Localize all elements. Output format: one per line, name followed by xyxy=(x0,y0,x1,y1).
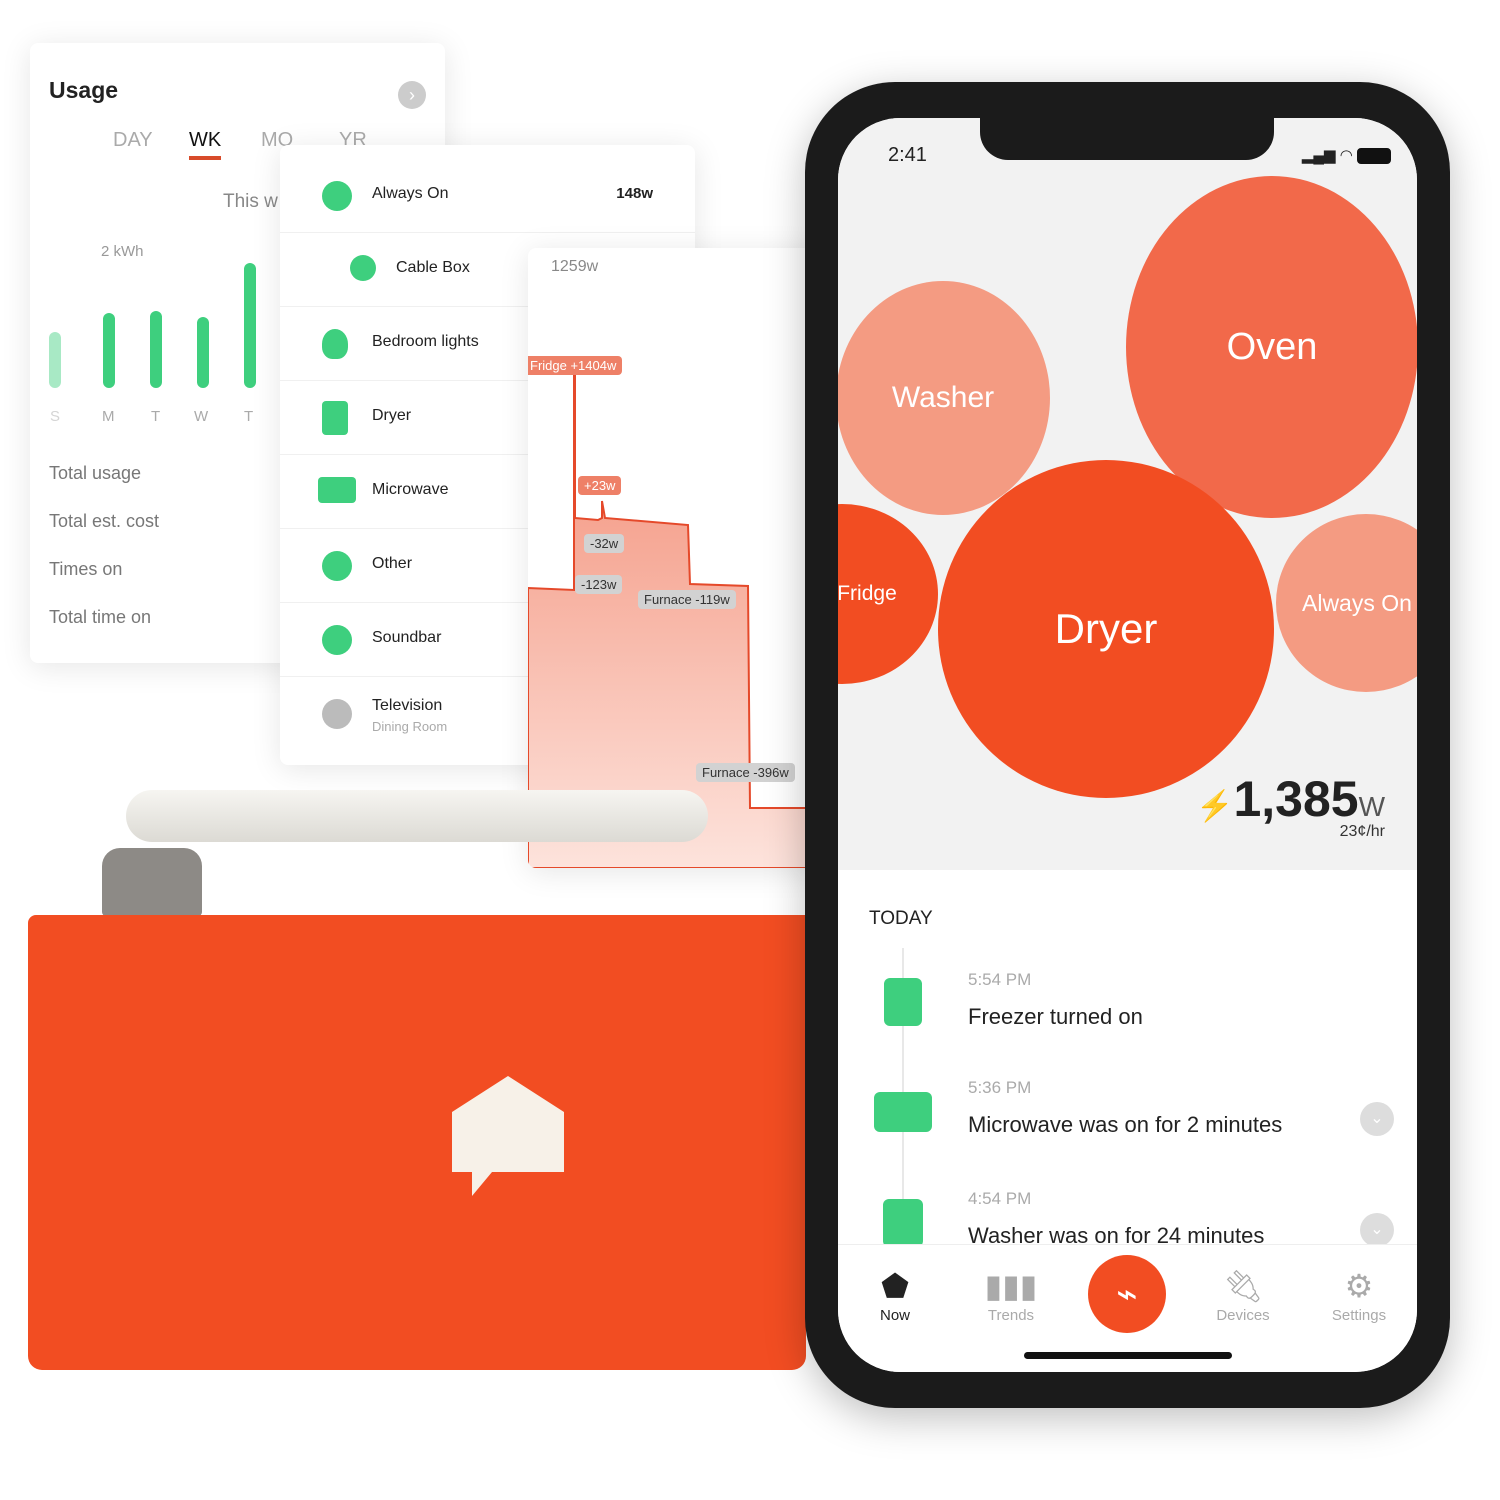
period-label: This w xyxy=(223,191,278,212)
nav-now[interactable]: ⬟ Now xyxy=(850,1265,940,1324)
device-name: Always On xyxy=(372,185,449,202)
chevron-right-icon[interactable]: › xyxy=(398,81,426,109)
washer-icon xyxy=(883,1199,923,1247)
nav-label: Settings xyxy=(1331,1307,1387,1324)
stat-total-cost: Total est. cost xyxy=(49,511,160,531)
power-meter-card: 1259w Fridge +1404w +23w -32w -123w Furn… xyxy=(528,248,828,868)
day-label: W xyxy=(194,408,209,425)
usage-title: Usage xyxy=(49,77,119,103)
bubble-oven[interactable]: Oven xyxy=(1126,176,1417,518)
plug-icon: 🔌︎ xyxy=(1222,1268,1264,1304)
sense-logo-icon xyxy=(452,1076,564,1196)
device-watts: 148w xyxy=(616,185,653,202)
lightbulb-icon xyxy=(322,329,348,359)
event-text: Freezer turned on xyxy=(968,1004,1143,1029)
home-indicator[interactable] xyxy=(1024,1352,1232,1359)
status-time: 2:41 xyxy=(888,144,927,166)
pulse-icon: ⌁ xyxy=(1116,1273,1138,1314)
tab-day[interactable]: DAY xyxy=(113,129,153,152)
signal-icon: ▂▄▆ xyxy=(1301,147,1336,164)
event-label[interactable]: Fridge +1404w xyxy=(528,356,623,375)
outlet-icon xyxy=(322,625,352,655)
dryer-icon xyxy=(322,401,348,435)
nav-trends[interactable]: ▮▮▮ Trends xyxy=(966,1265,1056,1324)
day-label: S xyxy=(50,408,61,425)
usage-bar[interactable] xyxy=(244,263,256,388)
stat-times-on: Times on xyxy=(49,559,123,579)
cost-rate: 23¢/hr xyxy=(1339,823,1385,840)
device-name: Dryer xyxy=(372,407,412,424)
watts-value: 1,385 xyxy=(1233,771,1359,827)
pulse-button[interactable]: ⌁ xyxy=(1088,1255,1166,1333)
chevron-down-icon[interactable]: ⌄ xyxy=(1360,1102,1394,1136)
wifi-icon: ◠ xyxy=(1339,147,1353,164)
device-name: Soundbar xyxy=(372,629,442,646)
device-name: Microwave xyxy=(372,481,449,498)
outlet-icon xyxy=(350,255,376,281)
antenna-connector xyxy=(102,848,202,916)
chevron-down-icon[interactable]: ⌄ xyxy=(1360,1213,1394,1247)
device-location: Dining Room xyxy=(372,719,448,734)
usage-bar[interactable] xyxy=(103,313,115,388)
microwave-icon xyxy=(874,1092,932,1132)
event-label[interactable]: Furnace -119w xyxy=(638,590,736,609)
y-axis-label: 2 kWh xyxy=(101,243,144,260)
device-item-always-on[interactable]: Always On 148w xyxy=(280,159,695,233)
bubble-always-on[interactable]: Always On xyxy=(1276,514,1417,692)
device-name: Television xyxy=(372,697,443,714)
plug-icon xyxy=(322,551,352,581)
plug-icon: ⚡ xyxy=(1196,790,1234,823)
outlet-icon xyxy=(322,699,352,729)
bubble-dryer[interactable]: Dryer xyxy=(938,460,1274,798)
today-heading: TODAY xyxy=(869,908,933,929)
nav-label: Devices xyxy=(1216,1307,1270,1324)
nav-label: Now xyxy=(879,1307,910,1324)
bubble-view: Washer Oven Fridge Dryer Always On ⚡1,38… xyxy=(838,118,1417,870)
event-label[interactable]: -32w xyxy=(584,534,625,553)
refresh-icon xyxy=(322,181,352,211)
battery-icon xyxy=(1357,148,1391,165)
tab-week[interactable]: WK xyxy=(189,129,222,160)
nav-devices[interactable]: 🔌︎ Devices xyxy=(1198,1265,1288,1324)
phone-screen: Washer Oven Fridge Dryer Always On ⚡1,38… xyxy=(838,118,1417,1372)
bar-chart-icon: ▮▮▮ xyxy=(984,1268,1038,1304)
watts-unit: W xyxy=(1358,791,1385,822)
microwave-icon xyxy=(318,477,356,503)
event-time: 4:54 PM xyxy=(968,1189,1032,1208)
event-label[interactable]: Furnace -396w xyxy=(696,763,795,782)
status-icons: ▂▄▆ ◠ xyxy=(1301,146,1391,165)
nav-settings[interactable]: ⚙ Settings xyxy=(1314,1265,1404,1324)
phone-notch xyxy=(980,118,1274,160)
day-label: T xyxy=(151,408,161,425)
max-watts-label: 1259w xyxy=(551,258,599,275)
day-label: M xyxy=(102,408,115,425)
day-label: T xyxy=(244,408,254,425)
usage-bar[interactable] xyxy=(150,310,162,388)
event-text: Microwave was on for 2 minutes xyxy=(968,1112,1283,1137)
current-watts: ⚡1,385W xyxy=(1196,770,1385,828)
event-time: 5:54 PM xyxy=(968,970,1032,989)
event-time: 5:36 PM xyxy=(968,1078,1032,1097)
home-icon: ⬟ xyxy=(881,1268,909,1304)
hub-antenna xyxy=(126,790,708,842)
usage-bar[interactable] xyxy=(197,316,209,388)
device-name: Other xyxy=(372,555,413,572)
nav-label: Trends xyxy=(987,1307,1035,1324)
device-name: Cable Box xyxy=(396,259,470,276)
event-label[interactable]: +23w xyxy=(578,476,622,495)
sense-monitor-device xyxy=(28,915,806,1370)
bubble-fridge[interactable]: Fridge xyxy=(838,504,938,684)
usage-bar[interactable] xyxy=(49,331,61,388)
event-label[interactable]: -123w xyxy=(575,575,623,594)
stat-total-usage: Total usage xyxy=(49,463,142,483)
device-name: Bedroom lights xyxy=(372,333,479,350)
gear-icon: ⚙ xyxy=(1344,1268,1374,1304)
bubble-washer[interactable]: Washer xyxy=(838,281,1050,515)
fridge-icon xyxy=(884,978,922,1026)
stat-total-time-on: Total time on xyxy=(49,607,152,627)
